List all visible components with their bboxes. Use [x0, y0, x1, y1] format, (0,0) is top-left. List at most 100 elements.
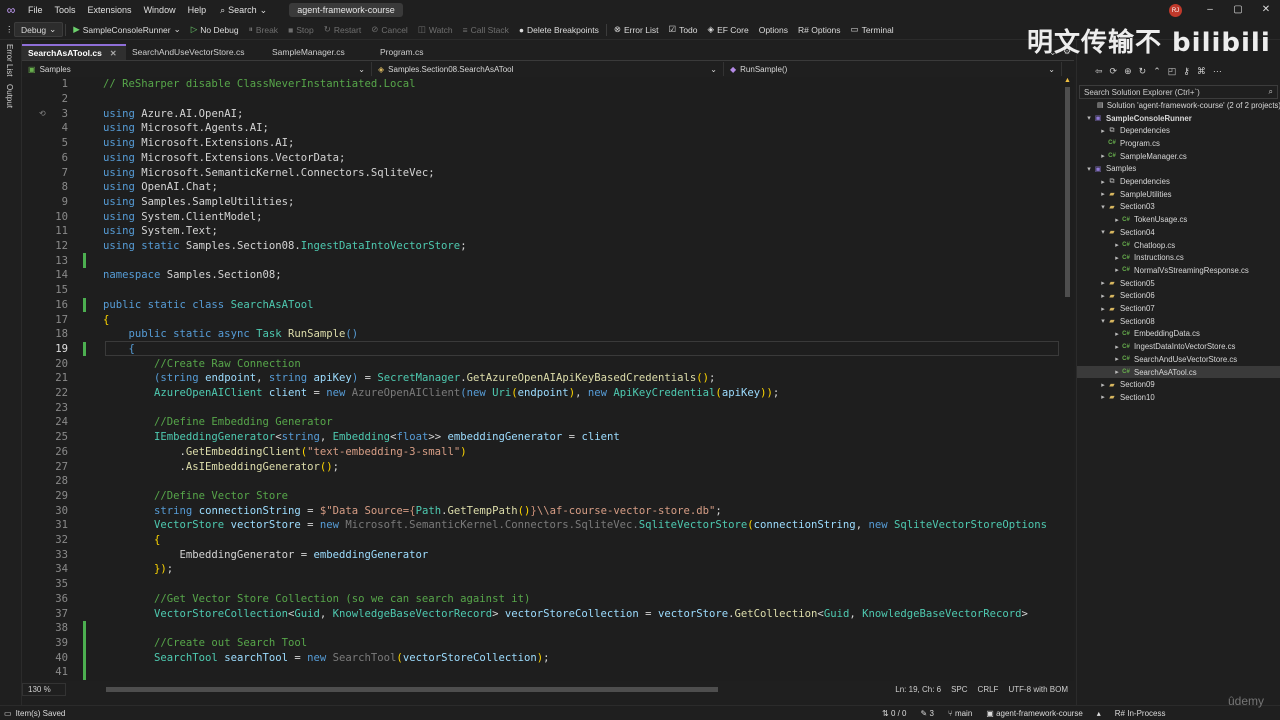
tree-item[interactable]: ▸ C# SampleManager.cs	[1077, 150, 1280, 163]
code-line[interactable]: 26 .GetEmbeddingClient("text-embedding-3…	[22, 445, 1062, 460]
tab-search-as-a-tool[interactable]: SearchAsATool.cs ✕	[22, 44, 126, 60]
chevron-right-icon[interactable]: ▸	[1099, 393, 1107, 401]
code-line[interactable]: 27 .AsIEmbeddingGenerator();	[22, 459, 1062, 474]
chevron-down-icon[interactable]: ▾	[1099, 317, 1107, 325]
rs-options-button[interactable]: R# Options	[793, 25, 846, 35]
chevron-right-icon[interactable]: ▸	[1099, 127, 1107, 135]
user-avatar[interactable]: RJ	[1169, 4, 1182, 17]
chevron-right-icon[interactable]: ▸	[1099, 190, 1107, 198]
menu-help[interactable]: Help	[182, 5, 213, 15]
code-line[interactable]: 6 using Microsoft.Extensions.VectorData;	[22, 151, 1062, 166]
tree-item[interactable]: ▸ C# SearchAndUseVectorStore.cs	[1077, 353, 1280, 366]
todo-button[interactable]: ☑ Todo	[663, 24, 702, 35]
tree-item[interactable]: ▸ ▰ Section05	[1077, 277, 1280, 290]
code-line[interactable]: 16 public static class SearchAsATool	[22, 298, 1062, 313]
code-line[interactable]: 14 namespace Samples.Section08;	[22, 268, 1062, 283]
tree-item[interactable]: ▸ C# IngestDataIntoVectorStore.cs	[1077, 340, 1280, 353]
code-line[interactable]: 37 VectorStoreCollection<Guid, Knowledge…	[22, 606, 1062, 621]
refresh-icon[interactable]: ↻	[1139, 66, 1147, 77]
tree-item[interactable]: ▸ C# NormalVsStreamingResponse.cs	[1077, 264, 1280, 277]
chevron-right-icon[interactable]: ▸	[1113, 266, 1121, 274]
code-line[interactable]: 38	[22, 621, 1062, 636]
cancel-button[interactable]: ⊘ Cancel	[366, 24, 413, 35]
chevron-right-icon[interactable]: ▸	[1099, 279, 1107, 287]
code-line[interactable]: 15	[22, 283, 1062, 298]
restart-button[interactable]: ↻ Restart	[319, 24, 367, 35]
code-line[interactable]: 13	[22, 253, 1062, 268]
member-dropdown[interactable]: ◆ RunSample() ⌄	[724, 62, 1062, 76]
code-line[interactable]: 7 using Microsoft.SemanticKernel.Connecto…	[22, 165, 1062, 180]
tree-item[interactable]: ▾ ▰ Section04	[1077, 226, 1280, 239]
tree-item[interactable]: ▤ Solution 'agent-framework-course' (2 of…	[1077, 99, 1280, 112]
menu-file[interactable]: File	[22, 5, 49, 15]
chevron-right-icon[interactable]: ▸	[1113, 254, 1121, 262]
options-button[interactable]: Options	[754, 25, 793, 35]
code-line[interactable]: 11 using System.Text;	[22, 224, 1062, 239]
tree-item[interactable]: ▸ ▰ Section10	[1077, 391, 1280, 404]
code-line[interactable]: 3 using Azure.AI.OpenAI;	[22, 106, 1062, 121]
vertical-scrollbar[interactable]: ▲	[1063, 77, 1073, 681]
no-debug-button[interactable]: ▷ No Debug	[186, 24, 244, 35]
code-line[interactable]: 40 SearchTool searchTool = new SearchToo…	[22, 650, 1062, 665]
tree-item[interactable]: ▸ ⧉ Dependencies	[1077, 175, 1280, 188]
project-dropdown[interactable]: ▣ Samples ⌄	[22, 62, 372, 76]
tree-item[interactable]: ▾ ▰ Section03	[1077, 201, 1280, 214]
chevron-right-icon[interactable]: ▸	[1099, 152, 1107, 160]
code-line[interactable]: 41	[22, 665, 1062, 680]
chevron-right-icon[interactable]: ▸	[1099, 381, 1107, 389]
code-line[interactable]: 2	[22, 92, 1062, 107]
stop-button[interactable]: ■ Stop	[283, 25, 319, 35]
code-line[interactable]: 19 {	[22, 342, 1062, 357]
sync-icon[interactable]: ⟳	[1110, 66, 1118, 77]
search-menu[interactable]: ⌕ Search ⌄	[212, 5, 275, 16]
tree-item[interactable]: ▸ C# EmbeddingData.cs	[1077, 328, 1280, 341]
tree-item[interactable]: ▾ ▣ Samples	[1077, 163, 1280, 176]
chevron-right-icon[interactable]: ▸	[1099, 292, 1107, 300]
tree-item[interactable]: C# Program.cs	[1077, 137, 1280, 150]
scrollbar-thumb[interactable]	[1065, 87, 1070, 297]
code-line[interactable]: 5 using Microsoft.Extensions.AI;	[22, 136, 1062, 151]
properties-icon[interactable]: ⚷	[1183, 66, 1190, 77]
notifications-icon[interactable]: ▴	[1097, 709, 1101, 718]
search-input[interactable]: Search Solution Explorer (Ctrl+`)	[1084, 88, 1200, 97]
code-line[interactable]: 22 AzureOpenAIClient client = new AzureO…	[22, 386, 1062, 401]
solution-explorer-search[interactable]: Search Solution Explorer (Ctrl+`) ⌕	[1079, 85, 1278, 99]
chevron-right-icon[interactable]: ▸	[1113, 368, 1121, 376]
code-line[interactable]: 30 string connectionString = $"Data Sour…	[22, 503, 1062, 518]
tab-program[interactable]: Program.cs	[374, 44, 454, 60]
code-line[interactable]: 10 using System.ClientModel;	[22, 209, 1062, 224]
code-line[interactable]: 29 //Define Vector Store	[22, 489, 1062, 504]
zoom-level[interactable]: 130 %	[22, 683, 66, 696]
chevron-right-icon[interactable]: ▸	[1099, 305, 1107, 313]
chevron-right-icon[interactable]: ▸	[1113, 343, 1121, 351]
code-line[interactable]: 23	[22, 400, 1062, 415]
tree-item[interactable]: ▸ ▰ Section09	[1077, 378, 1280, 391]
branch-indicator[interactable]: ⑂ main	[948, 709, 972, 718]
terminal-button[interactable]: ▭ Terminal	[846, 24, 899, 35]
code-line[interactable]: 18 public static async Task RunSample()	[22, 327, 1062, 342]
code-line[interactable]: 9 using Samples.SampleUtilities;	[22, 195, 1062, 210]
cursor-position[interactable]: Ln: 19, Ch: 6	[895, 685, 941, 694]
maximize-icon[interactable]: ▢	[1224, 0, 1252, 20]
chevron-right-icon[interactable]: ▸	[1099, 178, 1107, 186]
more-icon[interactable]: ⋯	[1213, 66, 1222, 77]
reference-hint-icon[interactable]: ⟲	[39, 109, 46, 118]
minimize-icon[interactable]: –	[1196, 0, 1224, 20]
changes-indicator[interactable]: ⇅ 0 / 0	[882, 709, 907, 718]
code-line[interactable]: 20 //Create Raw Connection	[22, 356, 1062, 371]
tab-sample-manager[interactable]: SampleManager.cs	[266, 44, 374, 60]
code-line[interactable]: 1 // ReSharper disable ClassNeverInstanti…	[22, 77, 1062, 92]
menu-extensions[interactable]: Extensions	[82, 5, 138, 15]
repo-indicator[interactable]: ▣ agent-framework-course	[986, 709, 1082, 718]
visual-studio-logo-icon[interactable]: ∞	[0, 0, 22, 20]
code-line[interactable]: 4 using Microsoft.Agents.AI;	[22, 121, 1062, 136]
chevron-down-icon[interactable]: ▾	[1085, 165, 1093, 173]
tree-item[interactable]: ▸ ▰ Section06	[1077, 290, 1280, 303]
chevron-right-icon[interactable]: ▸	[1113, 241, 1121, 249]
break-button[interactable]: ⏸ Break	[244, 24, 283, 35]
tree-item[interactable]: ▸ ⧉ Dependencies	[1077, 124, 1280, 137]
type-dropdown[interactable]: ◈ Samples.Section08.SearchAsATool ⌄	[372, 62, 724, 76]
code-line[interactable]: 8 using OpenAI.Chat;	[22, 180, 1062, 195]
output-side-tab[interactable]: Output	[5, 84, 14, 108]
whitespace-mode[interactable]: SPC	[951, 685, 967, 694]
